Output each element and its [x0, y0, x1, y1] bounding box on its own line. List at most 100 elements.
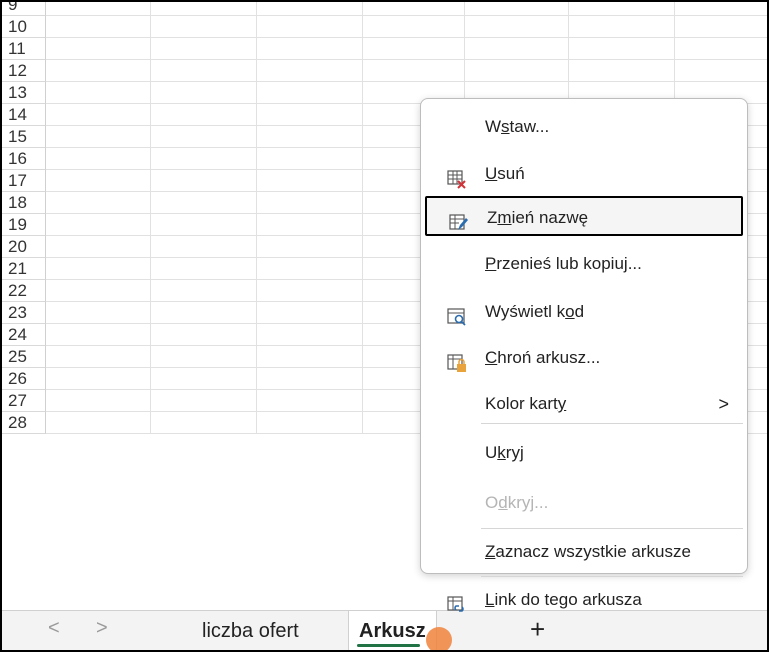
row-header[interactable]: 26 [2, 368, 46, 390]
menu-item-zmien-nazwe[interactable]: Zmień nazwę [425, 196, 743, 236]
row-header[interactable]: 9 [2, 2, 46, 16]
rename-sheet-icon [449, 208, 469, 230]
menu-item-przenies-lub-kopiuj[interactable]: Przenieś lub kopiuj... [425, 244, 743, 284]
row-header[interactable]: 22 [2, 280, 46, 302]
column-gridline [674, 60, 675, 81]
menu-item-label: Przenieś lub kopiuj... [485, 254, 642, 273]
link-icon [447, 590, 467, 612]
column-gridline [256, 170, 257, 191]
column-gridline [464, 38, 465, 59]
row-header[interactable]: 24 [2, 324, 46, 346]
column-gridline [256, 2, 257, 15]
column-gridline [362, 60, 363, 81]
tab-scroll-right-button[interactable]: > [96, 617, 108, 640]
column-gridline [362, 324, 363, 345]
column-gridline [464, 60, 465, 81]
column-gridline [256, 60, 257, 81]
column-gridline [256, 390, 257, 411]
menu-item-label: Wyświetl kod [485, 302, 585, 321]
tab-scroll-left-button[interactable]: < [48, 617, 60, 640]
menu-item-ukryj[interactable]: Ukryj [425, 433, 743, 473]
menu-item-label: Usuń [485, 164, 525, 183]
column-gridline [362, 148, 363, 169]
row-header[interactable]: 25 [2, 346, 46, 368]
grid-row: 10 [2, 16, 767, 38]
column-gridline [256, 148, 257, 169]
column-gridline [256, 38, 257, 59]
column-gridline [256, 280, 257, 301]
row-header[interactable]: 12 [2, 60, 46, 82]
grid-row: 9 [2, 2, 767, 16]
column-gridline [256, 324, 257, 345]
column-gridline [362, 82, 363, 103]
menu-item-odkryj: Odkryj... [425, 483, 743, 523]
column-gridline [150, 280, 151, 301]
column-gridline [362, 236, 363, 257]
menu-item-label: Kolor karty [485, 394, 567, 413]
column-gridline [362, 170, 363, 191]
menu-item-label: Odkryj... [485, 493, 549, 512]
column-gridline [150, 412, 151, 433]
column-gridline [150, 302, 151, 323]
column-gridline [150, 170, 151, 191]
row-header[interactable]: 10 [2, 16, 46, 38]
row-header[interactable]: 28 [2, 412, 46, 434]
column-gridline [150, 38, 151, 59]
column-gridline [150, 2, 151, 15]
menu-item-kolor-karty[interactable]: Kolor karty > [425, 384, 743, 424]
tab-arkusz[interactable]: Arkusz [348, 611, 437, 650]
menu-item-label: Chroń arkusz... [485, 348, 601, 367]
row-cells[interactable] [46, 16, 767, 38]
column-gridline [362, 16, 363, 37]
menu-item-wstaw[interactable]: Wstaw... [425, 107, 743, 147]
row-header[interactable]: 16 [2, 148, 46, 170]
menu-item-label: Zaznacz wszystkie arkusze [485, 542, 691, 561]
row-cells[interactable] [46, 60, 767, 82]
column-gridline [674, 16, 675, 37]
column-gridline [362, 302, 363, 323]
menu-item-label: Wstaw... [485, 117, 550, 136]
tab-arkusz-label: Arkusz [359, 620, 426, 642]
row-header[interactable]: 19 [2, 214, 46, 236]
row-header[interactable]: 27 [2, 390, 46, 412]
column-gridline [256, 236, 257, 257]
row-header[interactable]: 11 [2, 38, 46, 60]
column-gridline [150, 390, 151, 411]
grid-row: 12 [2, 60, 767, 82]
column-gridline [256, 104, 257, 125]
column-gridline [362, 192, 363, 213]
row-header[interactable]: 21 [2, 258, 46, 280]
column-gridline [674, 2, 675, 15]
column-gridline [256, 412, 257, 433]
menu-separator [481, 576, 743, 577]
column-gridline [150, 104, 151, 125]
menu-item-chron-arkusz[interactable]: Chroń arkusz... [425, 338, 743, 378]
column-gridline [150, 82, 151, 103]
column-gridline [256, 368, 257, 389]
column-gridline [674, 38, 675, 59]
menu-item-usun[interactable]: Usuń [425, 154, 743, 194]
column-gridline [256, 82, 257, 103]
column-gridline [150, 368, 151, 389]
mouse-cursor-highlight [426, 627, 452, 650]
row-header[interactable]: 14 [2, 104, 46, 126]
column-gridline [362, 104, 363, 125]
protect-sheet-icon [447, 348, 467, 372]
column-gridline [464, 2, 465, 15]
menu-item-zaznacz-wszystkie-arkusze[interactable]: Zaznacz wszystkie arkusze [425, 532, 743, 572]
row-header[interactable]: 15 [2, 126, 46, 148]
column-gridline [256, 302, 257, 323]
tab-liczba-ofert[interactable]: liczba ofert [202, 611, 299, 650]
column-gridline [568, 2, 569, 15]
row-header[interactable]: 23 [2, 302, 46, 324]
column-gridline [362, 390, 363, 411]
menu-item-wyswietl-kod[interactable]: Wyświetl kod [425, 292, 743, 332]
row-header[interactable]: 13 [2, 82, 46, 104]
row-cells[interactable] [46, 2, 767, 16]
excel-window: 9 10 11 12 13 14 15 16 17 18 19 20 21 22 23 24 25 26 27 28 … [0, 0, 769, 652]
row-header[interactable]: 20 [2, 236, 46, 258]
menu-item-link-do-tego-arkusza[interactable]: Link do tego arkusza [425, 580, 743, 620]
row-header[interactable]: 17 [2, 170, 46, 192]
row-header[interactable]: 18 [2, 192, 46, 214]
row-cells[interactable] [46, 38, 767, 60]
